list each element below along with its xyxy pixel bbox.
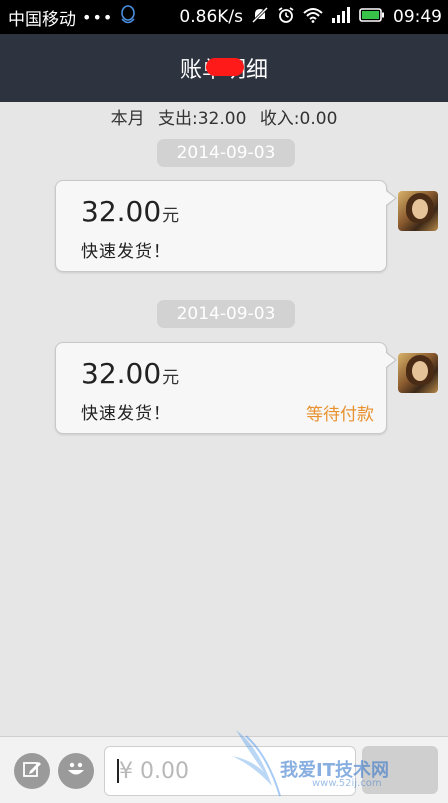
avatar[interactable]: [398, 353, 438, 393]
amount-unit: 元: [162, 206, 180, 226]
status-left: 中国移动 •••: [8, 0, 137, 34]
status-bar: 中国移动 ••• 0.86K/s 09:49: [0, 0, 448, 34]
alarm-icon: [277, 6, 295, 29]
amount: 32.00元: [81, 195, 179, 228]
redaction-mark: [206, 58, 244, 76]
edit-icon: [22, 759, 42, 783]
notification-dots: •••: [82, 7, 114, 27]
input-bar: [0, 736, 448, 803]
payment-bubble[interactable]: 32.00元 快速发货！: [55, 180, 397, 272]
send-button[interactable]: [362, 746, 438, 794]
wifi-icon: [303, 7, 323, 28]
date-separator: 2014-09-03: [157, 300, 295, 328]
avatar-face: [412, 361, 428, 381]
amount-input[interactable]: [117, 755, 347, 787]
avatar[interactable]: [398, 191, 438, 231]
carrier-label: 中国移动: [8, 9, 76, 30]
summary-period: 本月: [110, 109, 145, 129]
qq-icon: [119, 4, 137, 31]
amount-input-box[interactable]: [104, 746, 356, 796]
network-speed: 0.86K/s: [179, 7, 243, 27]
amount-value: 32.00: [81, 357, 162, 390]
summary-income: 收入:0.00: [259, 109, 338, 129]
edit-button[interactable]: [14, 753, 50, 789]
amount-unit: 元: [162, 368, 180, 388]
mute-icon: [251, 6, 269, 29]
battery-icon: [359, 7, 385, 28]
amount-value: 32.00: [81, 195, 162, 228]
smiley-icon: [64, 757, 88, 785]
clock: 09:49: [393, 7, 442, 27]
status-right: 0.86K/s 09:49: [179, 0, 442, 34]
date-separator: 2014-09-03: [157, 139, 295, 167]
payment-bubble[interactable]: 32.00元 快速发货！ 等待付款: [55, 342, 397, 434]
amount: 32.00元: [81, 357, 179, 390]
emoji-button[interactable]: [58, 753, 94, 789]
payment-note: 快速发货！: [81, 242, 171, 262]
summary-expense: 支出:32.00: [158, 109, 247, 129]
page: 中国移动 ••• 0.86K/s 09:49 本月 支出:32.00 收入:0.…: [0, 0, 448, 803]
payment-status: 等待付款: [306, 405, 374, 425]
monthly-summary: 本月 支出:32.00 收入:0.00: [0, 104, 448, 129]
avatar-face: [412, 199, 428, 219]
signal-icon: [331, 6, 351, 28]
payment-note: 快速发货！: [81, 404, 171, 424]
